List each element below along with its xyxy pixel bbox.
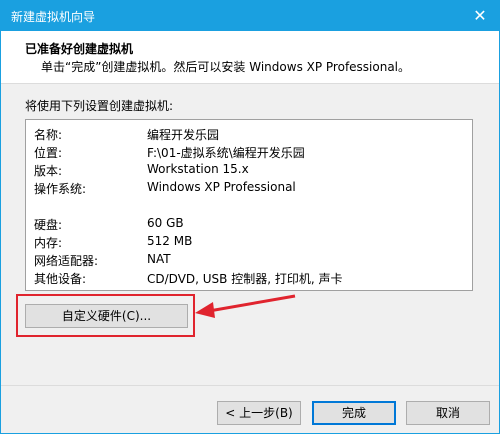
summary-value: 512 MB — [147, 234, 193, 248]
summary-key: 硬盘: — [34, 218, 63, 232]
summary-value: 编程开发乐园 — [147, 128, 220, 142]
back-button[interactable]: < 上一步(B) — [217, 401, 301, 425]
wizard-header: 已准备好创建虚拟机 单击“完成”创建虚拟机。然后可以安装 Windows XP … — [1, 31, 499, 84]
summary-key: 名称: — [34, 128, 63, 142]
summary-key: 操作系统: — [34, 182, 87, 196]
footer-divider — [1, 385, 499, 386]
window-title: 新建虚拟机向导 — [11, 10, 96, 24]
summary-value: CD/DVD, USB 控制器, 打印机, 声卡 — [147, 272, 343, 286]
summary-row-os: 操作系统: Windows XP Professional — [34, 180, 464, 198]
cancel-button[interactable]: 取消 — [406, 401, 490, 425]
annotation-arrow-icon — [195, 294, 296, 318]
wizard-window: 新建虚拟机向导 ✕ 已准备好创建虚拟机 单击“完成”创建虚拟机。然后可以安装 W… — [0, 0, 500, 434]
summary-row-name: 名称: 编程开发乐园 — [34, 126, 464, 144]
summary-row-disk: 硬盘: 60 GB — [34, 216, 464, 234]
summary-row-memory: 内存: 512 MB — [34, 234, 464, 252]
header-subtitle: 单击“完成”创建虚拟机。然后可以安装 Windows XP Profession… — [41, 60, 411, 74]
customize-hardware-button[interactable]: 自定义硬件(C)... — [25, 304, 188, 328]
summary-row-other-devices: 其他设备: CD/DVD, USB 控制器, 打印机, 声卡 — [34, 270, 464, 288]
summary-key: 其他设备: — [34, 272, 87, 286]
summary-value: NAT — [147, 252, 171, 266]
summary-value: F:\01-虚拟系统\编程开发乐园 — [147, 146, 305, 160]
summary-value: 60 GB — [147, 216, 184, 230]
finish-button[interactable]: 完成 — [312, 401, 396, 425]
summary-key: 版本: — [34, 164, 63, 178]
summary-key: 位置: — [34, 146, 63, 160]
summary-key: 网络适配器: — [34, 254, 99, 268]
summary-value: Workstation 15.x — [147, 162, 249, 176]
close-icon[interactable]: ✕ — [469, 6, 491, 26]
summary-label: 将使用下列设置创建虚拟机: — [25, 99, 174, 113]
summary-key: 内存: — [34, 236, 63, 250]
summary-box: 名称: 编程开发乐园 位置: F:\01-虚拟系统\编程开发乐园 版本: Wor… — [25, 119, 473, 291]
summary-row-version: 版本: Workstation 15.x — [34, 162, 464, 180]
title-bar[interactable]: 新建虚拟机向导 ✕ — [1, 1, 499, 31]
summary-row-location: 位置: F:\01-虚拟系统\编程开发乐园 — [34, 144, 464, 162]
summary-row-network: 网络适配器: NAT — [34, 252, 464, 270]
header-title: 已准备好创建虚拟机 — [25, 42, 134, 56]
summary-value: Windows XP Professional — [147, 180, 296, 194]
